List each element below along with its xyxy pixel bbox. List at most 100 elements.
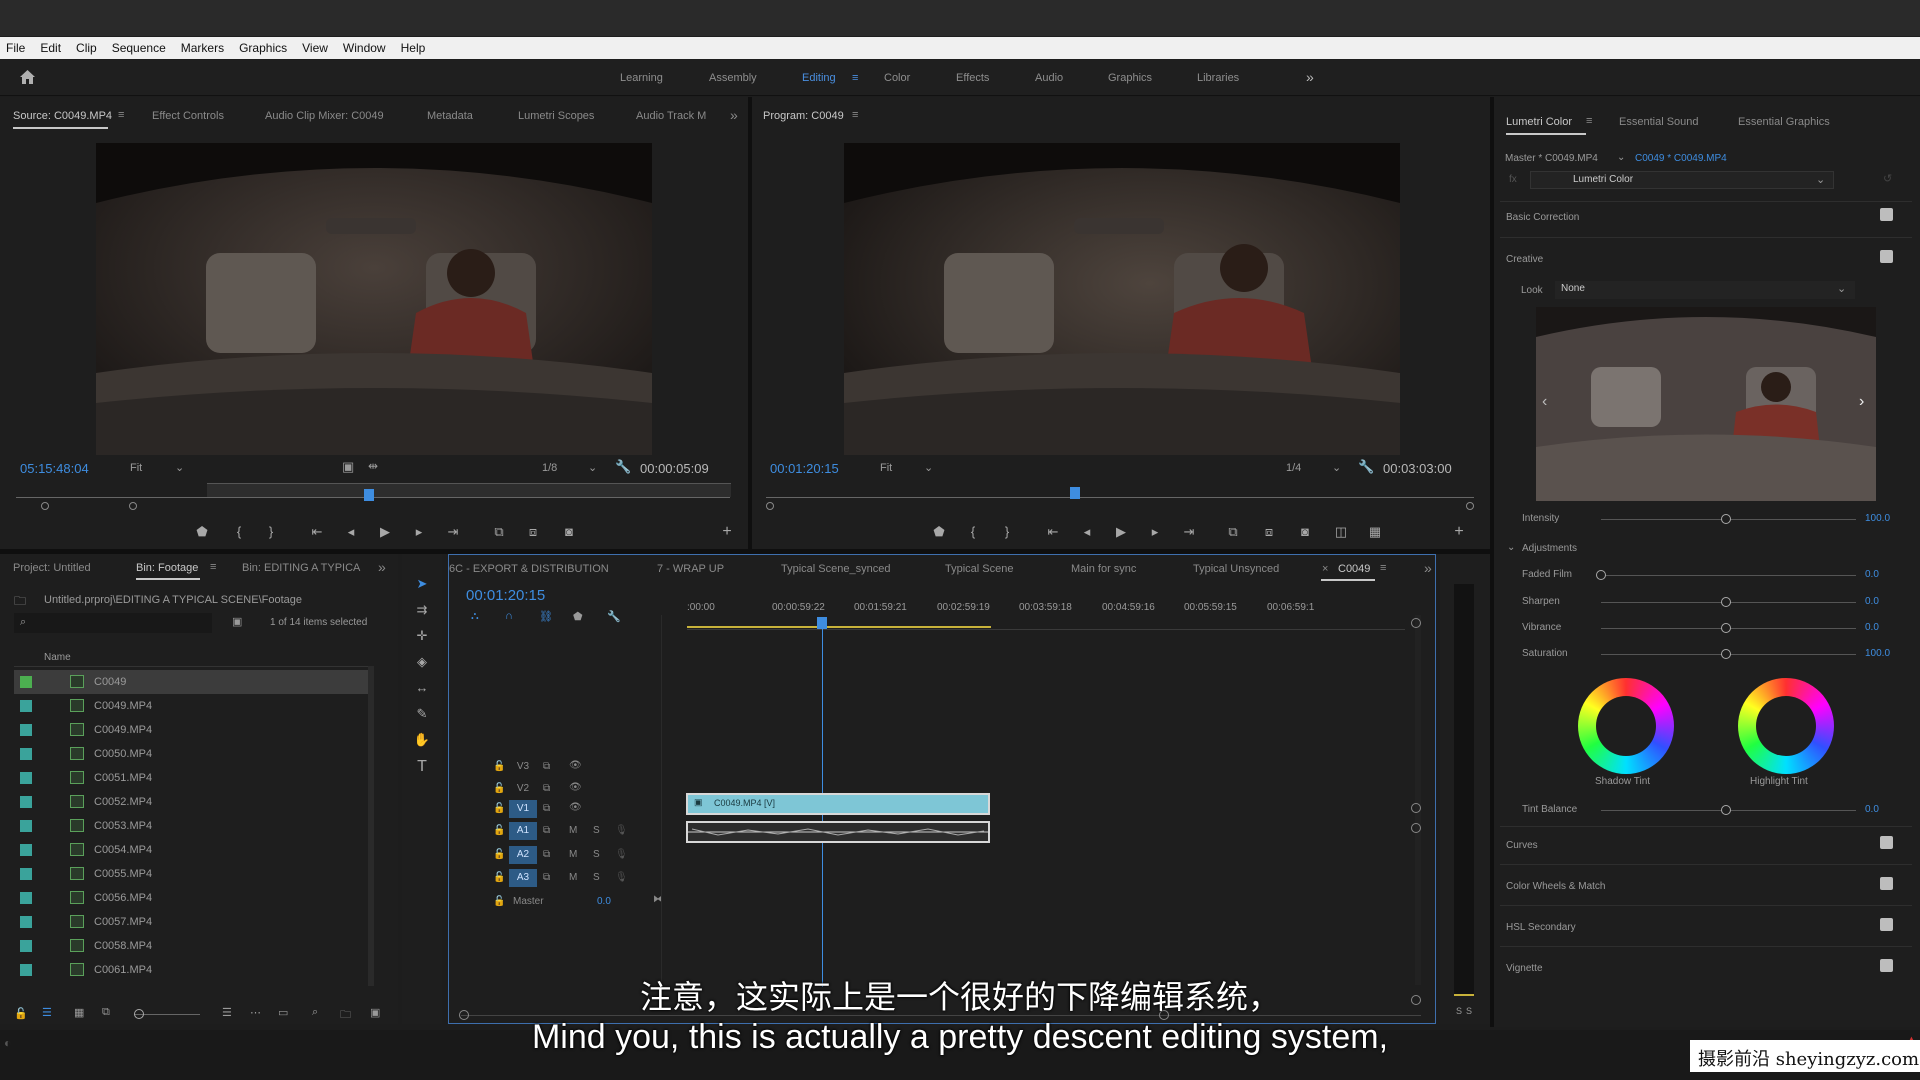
- sharpen-value[interactable]: 0.0: [1865, 596, 1879, 607]
- new-bin-from-search-icon[interactable]: ▣: [232, 615, 242, 628]
- tab-sequence-unsynced[interactable]: Typical Unsynced: [1193, 563, 1279, 575]
- tab-bin-footage[interactable]: Bin: Footage: [136, 562, 198, 574]
- button-editor-add-icon[interactable]: +: [716, 523, 738, 541]
- mute-button[interactable]: M: [569, 872, 577, 883]
- project-item[interactable]: C0055.MP4: [14, 862, 374, 886]
- linked-selection-icon[interactable]: ⛓: [539, 610, 553, 623]
- microphone-icon[interactable]: 🎙: [615, 849, 628, 860]
- menu-sequence[interactable]: Sequence: [112, 41, 166, 55]
- menu-window[interactable]: Window: [343, 41, 386, 55]
- mark-in-icon[interactable]: {: [962, 524, 984, 539]
- vertical-scrollbar[interactable]: [368, 666, 374, 986]
- close-tab-icon[interactable]: ×: [1322, 563, 1328, 575]
- lock-icon[interactable]: 🔓: [493, 803, 505, 814]
- vibrance-knob[interactable]: [1721, 623, 1731, 633]
- panel-divider[interactable]: [748, 97, 752, 549]
- track-target-toggle[interactable]: V3: [509, 758, 537, 776]
- chevron-down-icon[interactable]: ⌄: [1332, 461, 1341, 474]
- project-item[interactable]: C0058.MP4: [14, 934, 374, 958]
- workspace-menu-icon[interactable]: ≡: [852, 72, 858, 84]
- track-target-toggle[interactable]: A3: [509, 869, 537, 887]
- previous-look-icon[interactable]: ‹: [1542, 393, 1547, 411]
- track-target-toggle[interactable]: A1: [509, 822, 537, 840]
- step-back-icon[interactable]: ◂: [1076, 524, 1098, 540]
- section-creative[interactable]: Creative: [1506, 254, 1543, 265]
- shadow-tint-wheel[interactable]: [1578, 678, 1674, 774]
- add-marker-icon[interactable]: ⬟: [191, 524, 213, 540]
- workspace-audio[interactable]: Audio: [1035, 72, 1063, 84]
- vignette-checkbox[interactable]: [1880, 959, 1893, 972]
- overwrite-icon[interactable]: ⧈: [522, 524, 544, 540]
- tab-sequence-typical-synced[interactable]: Typical Scene_synced: [781, 563, 890, 575]
- mute-button[interactable]: M: [569, 825, 577, 836]
- label-color-swatch[interactable]: [20, 844, 32, 856]
- project-item[interactable]: C0049.MP4: [14, 694, 374, 718]
- tab-effect-controls[interactable]: Effect Controls: [152, 110, 224, 122]
- master-clip-label[interactable]: Master * C0049.MP4: [1505, 153, 1598, 164]
- razor-tool-icon[interactable]: ◈: [411, 654, 433, 670]
- button-editor-add-icon[interactable]: +: [1448, 523, 1470, 541]
- track-target-toggle[interactable]: V1: [509, 800, 537, 818]
- more-panels-icon[interactable]: »: [378, 559, 386, 575]
- project-item[interactable]: C0054.MP4: [14, 838, 374, 862]
- home-icon[interactable]: [19, 69, 36, 85]
- track-select-tool-icon[interactable]: ⇉: [411, 602, 433, 618]
- microphone-icon[interactable]: 🎙: [615, 825, 628, 836]
- go-to-out-icon[interactable]: ⇥: [442, 524, 464, 540]
- ripple-edit-tool-icon[interactable]: ✛: [411, 628, 433, 644]
- panel-menu-icon[interactable]: ≡: [1380, 562, 1386, 574]
- sync-lock-icon[interactable]: ⧉: [543, 849, 550, 860]
- label-color-swatch[interactable]: [20, 916, 32, 928]
- more-workspaces-icon[interactable]: »: [1306, 69, 1314, 85]
- program-scrub-bar[interactable]: [766, 497, 1474, 498]
- sync-lock-icon[interactable]: ⧉: [543, 825, 550, 836]
- section-color-wheels[interactable]: Color Wheels & Match: [1506, 881, 1605, 892]
- reset-icon[interactable]: ↺: [1883, 172, 1892, 185]
- sequence-clip-label[interactable]: C0049 * C0049.MP4: [1635, 153, 1727, 164]
- work-area-bar[interactable]: [687, 626, 991, 628]
- label-color-swatch[interactable]: [20, 772, 32, 784]
- step-forward-icon[interactable]: ▸: [408, 524, 430, 540]
- menu-markers[interactable]: Markers: [181, 41, 224, 55]
- project-item[interactable]: C0049.MP4: [14, 718, 374, 742]
- tab-sequence-wrap-up[interactable]: 7 - WRAP UP: [657, 563, 724, 575]
- saturation-value[interactable]: 100.0: [1865, 648, 1890, 659]
- hsl-secondary-checkbox[interactable]: [1880, 918, 1893, 931]
- timeline-timecode[interactable]: 00:01:20:15: [466, 587, 545, 604]
- label-color-swatch[interactable]: [20, 748, 32, 760]
- wrench-icon[interactable]: 🔧: [1358, 459, 1374, 475]
- faded-film-value[interactable]: 0.0: [1865, 569, 1879, 580]
- sync-lock-icon[interactable]: ⧉: [543, 783, 550, 794]
- label-color-swatch[interactable]: [20, 892, 32, 904]
- lock-icon[interactable]: 🔓: [493, 783, 505, 794]
- export-frame-icon[interactable]: ◙: [1294, 524, 1316, 539]
- vibrance-value[interactable]: 0.0: [1865, 622, 1879, 633]
- menu-clip[interactable]: Clip: [76, 41, 97, 55]
- look-dropdown[interactable]: None ⌄: [1555, 281, 1855, 299]
- solo-button[interactable]: S: [593, 872, 600, 883]
- tab-sequence-typical-scene[interactable]: Typical Scene: [945, 563, 1013, 575]
- tab-metadata[interactable]: Metadata: [427, 110, 473, 122]
- intensity-value[interactable]: 100.0: [1865, 513, 1890, 524]
- eye-icon[interactable]: 👁: [569, 782, 582, 793]
- video-clip[interactable]: C0049.MP4 [V] ▣: [686, 793, 990, 815]
- zoom-handle-right[interactable]: [129, 502, 137, 510]
- saturation-knob[interactable]: [1721, 649, 1731, 659]
- source-timecode[interactable]: 05:15:48:04: [20, 461, 89, 476]
- project-item[interactable]: C0049: [14, 670, 374, 694]
- highlight-tint-wheel[interactable]: [1738, 678, 1834, 774]
- next-look-icon[interactable]: ›: [1859, 393, 1864, 411]
- scroll-handle-mid2[interactable]: [1411, 823, 1421, 833]
- extract-icon[interactable]: ⧈: [1258, 524, 1280, 540]
- sync-lock-icon[interactable]: ⧉: [543, 761, 550, 772]
- tab-program[interactable]: Program: C0049: [763, 110, 844, 122]
- panel-menu-icon[interactable]: ≡: [1586, 115, 1592, 127]
- play-icon[interactable]: ▶: [1110, 524, 1132, 540]
- go-to-in-icon[interactable]: ⇤: [306, 524, 328, 540]
- label-color-swatch[interactable]: [20, 724, 32, 736]
- lock-icon[interactable]: 🔓: [493, 872, 505, 883]
- mark-out-icon[interactable]: }: [260, 524, 282, 539]
- play-icon[interactable]: ▶: [374, 524, 396, 540]
- zoom-handle-left[interactable]: [41, 502, 49, 510]
- source-fit-dropdown[interactable]: Fit: [130, 462, 142, 474]
